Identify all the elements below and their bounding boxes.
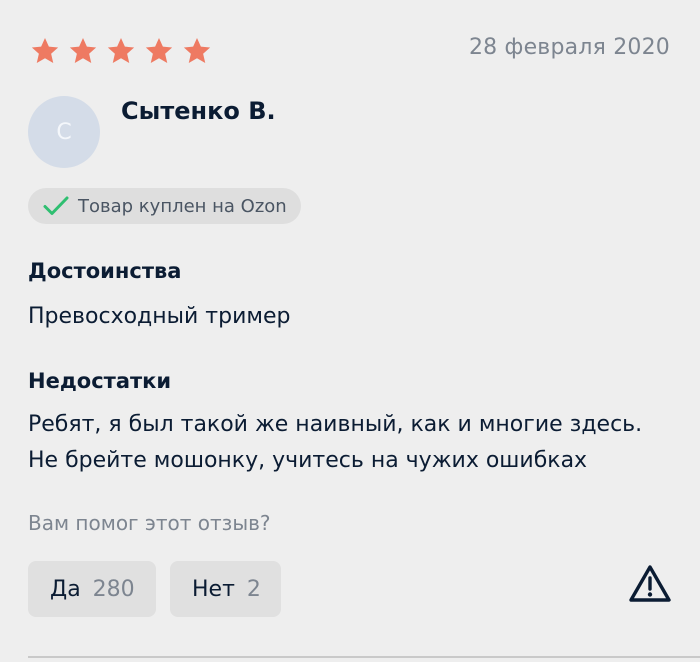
helpful-question: Вам помог этот отзыв? bbox=[28, 511, 271, 535]
avatar-initial: С bbox=[56, 119, 72, 145]
vote-no-label: Нет bbox=[192, 576, 235, 602]
cons-title: Недостатки bbox=[28, 369, 172, 393]
vote-no-button[interactable]: Нет 2 bbox=[170, 561, 281, 617]
divider bbox=[28, 656, 700, 658]
star-icon bbox=[30, 36, 60, 66]
vote-yes-button[interactable]: Да 280 bbox=[28, 561, 156, 617]
star-icon bbox=[144, 36, 174, 66]
cons-text: Ребят, я был такой же наивный, как и мно… bbox=[28, 412, 643, 473]
star-icon bbox=[106, 36, 136, 66]
purchase-badge: Товар куплен на Ozon bbox=[28, 188, 301, 224]
purchase-badge-text: Товар куплен на Ozon bbox=[78, 195, 287, 217]
pros-text: Превосходный тример bbox=[28, 304, 291, 329]
vote-yes-label: Да bbox=[50, 576, 81, 602]
author-name[interactable]: Сытенко В. bbox=[121, 97, 276, 125]
vote-no-count: 2 bbox=[246, 576, 261, 602]
pros-title: Достоинства bbox=[28, 259, 182, 283]
rating-stars bbox=[30, 36, 212, 66]
avatar[interactable]: С bbox=[28, 96, 100, 168]
warning-icon[interactable] bbox=[627, 563, 673, 605]
vote-yes-count: 280 bbox=[92, 576, 135, 602]
star-icon bbox=[182, 36, 212, 66]
check-icon bbox=[42, 194, 70, 218]
review-date: 28 февраля 2020 bbox=[468, 35, 670, 60]
star-icon bbox=[68, 36, 98, 66]
